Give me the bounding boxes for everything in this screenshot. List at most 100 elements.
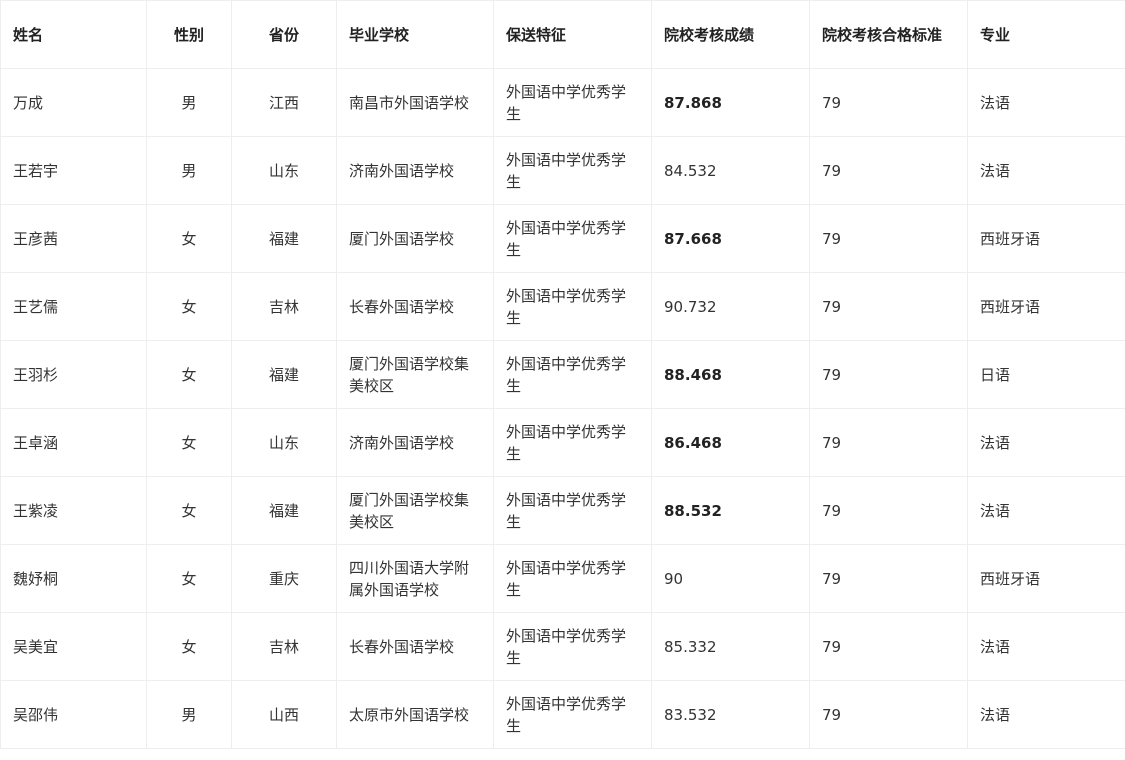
cell-feature: 外国语中学优秀学生 <box>493 68 652 137</box>
cell-score: 90 <box>651 544 810 613</box>
table-row: 王彦茜 女 福建 厦门外国语学校 外国语中学优秀学生 87.668 79 西班牙… <box>0 204 1125 273</box>
cell-school: 济南外国语学校 <box>336 136 494 205</box>
cell-school: 太原市外国语学校 <box>336 680 494 749</box>
cell-province: 山东 <box>231 408 337 477</box>
cell-province: 重庆 <box>231 544 337 613</box>
cell-feature: 外国语中学优秀学生 <box>493 272 652 341</box>
header-gender: 性别 <box>146 0 232 69</box>
cell-name: 王紫凌 <box>0 476 147 545</box>
cell-standard: 79 <box>809 68 968 137</box>
cell-score: 83.532 <box>651 680 810 749</box>
table-row: 王艺儒 女 吉林 长春外国语学校 外国语中学优秀学生 90.732 79 西班牙… <box>0 272 1125 341</box>
cell-province: 福建 <box>231 340 337 409</box>
cell-major: 西班牙语 <box>967 272 1125 341</box>
cell-name: 王艺儒 <box>0 272 147 341</box>
cell-school: 南昌市外国语学校 <box>336 68 494 137</box>
cell-name: 王彦茜 <box>0 204 147 273</box>
cell-feature: 外国语中学优秀学生 <box>493 204 652 273</box>
cell-score: 85.332 <box>651 612 810 681</box>
cell-score: 87.868 <box>651 68 810 137</box>
cell-feature: 外国语中学优秀学生 <box>493 476 652 545</box>
cell-province: 福建 <box>231 476 337 545</box>
cell-major: 日语 <box>967 340 1125 409</box>
header-major: 专业 <box>967 0 1125 69</box>
header-name: 姓名 <box>0 0 147 69</box>
cell-name: 魏妤桐 <box>0 544 147 613</box>
cell-feature: 外国语中学优秀学生 <box>493 612 652 681</box>
cell-feature: 外国语中学优秀学生 <box>493 544 652 613</box>
cell-feature: 外国语中学优秀学生 <box>493 408 652 477</box>
cell-score: 87.668 <box>651 204 810 273</box>
table-row: 王紫凌 女 福建 厦门外国语学校集美校区 外国语中学优秀学生 88.532 79… <box>0 476 1125 545</box>
cell-feature: 外国语中学优秀学生 <box>493 136 652 205</box>
cell-province: 福建 <box>231 204 337 273</box>
cell-gender: 女 <box>146 340 232 409</box>
table-row: 王卓涵 女 山东 济南外国语学校 外国语中学优秀学生 86.468 79 法语 <box>0 408 1125 477</box>
header-school: 毕业学校 <box>336 0 494 69</box>
cell-name: 万成 <box>0 68 147 137</box>
cell-gender: 女 <box>146 612 232 681</box>
cell-gender: 男 <box>146 68 232 137</box>
cell-score: 90.732 <box>651 272 810 341</box>
cell-province: 山西 <box>231 680 337 749</box>
cell-score: 88.468 <box>651 340 810 409</box>
cell-standard: 79 <box>809 680 968 749</box>
header-score: 院校考核成绩 <box>651 0 810 69</box>
cell-major: 西班牙语 <box>967 544 1125 613</box>
cell-name: 吴美宜 <box>0 612 147 681</box>
cell-gender: 男 <box>146 136 232 205</box>
cell-name: 王羽杉 <box>0 340 147 409</box>
cell-standard: 79 <box>809 204 968 273</box>
table-row: 吴邵伟 男 山西 太原市外国语学校 外国语中学优秀学生 83.532 79 法语 <box>0 680 1125 749</box>
cell-major: 西班牙语 <box>967 204 1125 273</box>
cell-feature: 外国语中学优秀学生 <box>493 680 652 749</box>
table-row: 万成 男 江西 南昌市外国语学校 外国语中学优秀学生 87.868 79 法语 <box>0 68 1125 137</box>
cell-school: 厦门外国语学校集美校区 <box>336 476 494 545</box>
table-row: 吴美宜 女 吉林 长春外国语学校 外国语中学优秀学生 85.332 79 法语 <box>0 612 1125 681</box>
cell-gender: 女 <box>146 408 232 477</box>
cell-major: 法语 <box>967 476 1125 545</box>
table-row: 王羽杉 女 福建 厦门外国语学校集美校区 外国语中学优秀学生 88.468 79… <box>0 340 1125 409</box>
cell-school: 厦门外国语学校集美校区 <box>336 340 494 409</box>
cell-gender: 女 <box>146 204 232 273</box>
cell-school: 长春外国语学校 <box>336 612 494 681</box>
cell-major: 法语 <box>967 612 1125 681</box>
header-standard: 院校考核合格标准 <box>809 0 968 69</box>
cell-standard: 79 <box>809 476 968 545</box>
cell-province: 江西 <box>231 68 337 137</box>
cell-standard: 79 <box>809 612 968 681</box>
cell-name: 王若宇 <box>0 136 147 205</box>
cell-score: 88.532 <box>651 476 810 545</box>
cell-score: 84.532 <box>651 136 810 205</box>
admissions-table: 姓名 性别 省份 毕业学校 保送特征 院校考核成绩 院校考核合格标准 专业 万成… <box>0 0 1125 749</box>
cell-standard: 79 <box>809 408 968 477</box>
cell-province: 山东 <box>231 136 337 205</box>
cell-major: 法语 <box>967 136 1125 205</box>
cell-school: 长春外国语学校 <box>336 272 494 341</box>
cell-school: 四川外国语大学附属外国语学校 <box>336 544 494 613</box>
cell-standard: 79 <box>809 340 968 409</box>
table-row: 王若宇 男 山东 济南外国语学校 外国语中学优秀学生 84.532 79 法语 <box>0 136 1125 205</box>
cell-gender: 男 <box>146 680 232 749</box>
table-header-row: 姓名 性别 省份 毕业学校 保送特征 院校考核成绩 院校考核合格标准 专业 <box>0 0 1125 69</box>
cell-gender: 女 <box>146 272 232 341</box>
cell-major: 法语 <box>967 68 1125 137</box>
table-row: 魏妤桐 女 重庆 四川外国语大学附属外国语学校 外国语中学优秀学生 90 79 … <box>0 544 1125 613</box>
cell-major: 法语 <box>967 680 1125 749</box>
cell-major: 法语 <box>967 408 1125 477</box>
cell-province: 吉林 <box>231 612 337 681</box>
header-feature: 保送特征 <box>493 0 652 69</box>
cell-name: 吴邵伟 <box>0 680 147 749</box>
cell-feature: 外国语中学优秀学生 <box>493 340 652 409</box>
header-province: 省份 <box>231 0 337 69</box>
cell-province: 吉林 <box>231 272 337 341</box>
cell-gender: 女 <box>146 544 232 613</box>
cell-school: 厦门外国语学校 <box>336 204 494 273</box>
cell-gender: 女 <box>146 476 232 545</box>
cell-name: 王卓涵 <box>0 408 147 477</box>
cell-standard: 79 <box>809 136 968 205</box>
cell-score: 86.468 <box>651 408 810 477</box>
cell-standard: 79 <box>809 272 968 341</box>
cell-standard: 79 <box>809 544 968 613</box>
cell-school: 济南外国语学校 <box>336 408 494 477</box>
